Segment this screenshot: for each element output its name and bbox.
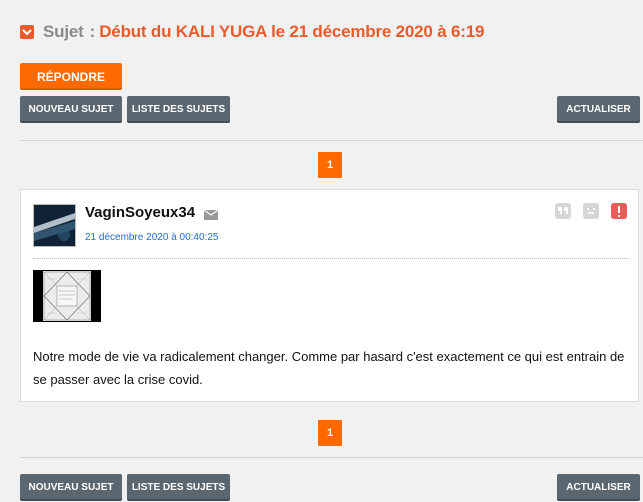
post-image-thumbnail[interactable] <box>33 270 101 322</box>
topic-title: Début du KALI YUGA le 21 décembre 2020 à… <box>99 22 485 41</box>
reply-button[interactable]: RÉPONDRE <box>20 63 122 90</box>
sad-face-icon[interactable] <box>583 203 599 219</box>
topic-list-button[interactable]: LISTE DES SUJETS <box>127 96 230 123</box>
refresh-button-bottom[interactable]: ACTUALISER <box>557 474 640 501</box>
mail-icon[interactable] <box>203 207 219 220</box>
post-card: VaginSoyeux34 21 décembre 2020 à 00:40:2… <box>20 189 639 402</box>
quote-icon[interactable] <box>555 203 571 219</box>
refresh-button[interactable]: ACTUALISER <box>557 96 640 123</box>
new-topic-button[interactable]: NOUVEAU SUJET <box>20 96 122 123</box>
divider-bottom <box>20 457 643 458</box>
post-header-divider <box>33 258 629 259</box>
divider <box>20 140 643 141</box>
topic-separator: : <box>89 22 96 41</box>
topic-title-row: Sujet : Début du KALI YUGA le 21 décembr… <box>20 20 484 44</box>
page-1-button-bottom[interactable]: 1 <box>318 420 342 446</box>
post-username[interactable]: VaginSoyeux34 <box>85 204 195 221</box>
post-body-text: Notre mode de vie va radicalement change… <box>33 349 625 387</box>
report-icon[interactable] <box>611 203 627 219</box>
new-topic-button-bottom[interactable]: NOUVEAU SUJET <box>20 474 122 501</box>
chevron-down-icon <box>22 28 32 36</box>
post-date[interactable]: 21 décembre 2020 à 00:40:25 <box>85 232 218 243</box>
topic-list-button-bottom[interactable]: LISTE DES SUJETS <box>127 474 230 501</box>
avatar[interactable] <box>33 204 76 247</box>
page-1-button[interactable]: 1 <box>318 152 342 178</box>
topic-label: Sujet <box>43 22 84 41</box>
collapse-toggle[interactable] <box>20 25 34 39</box>
